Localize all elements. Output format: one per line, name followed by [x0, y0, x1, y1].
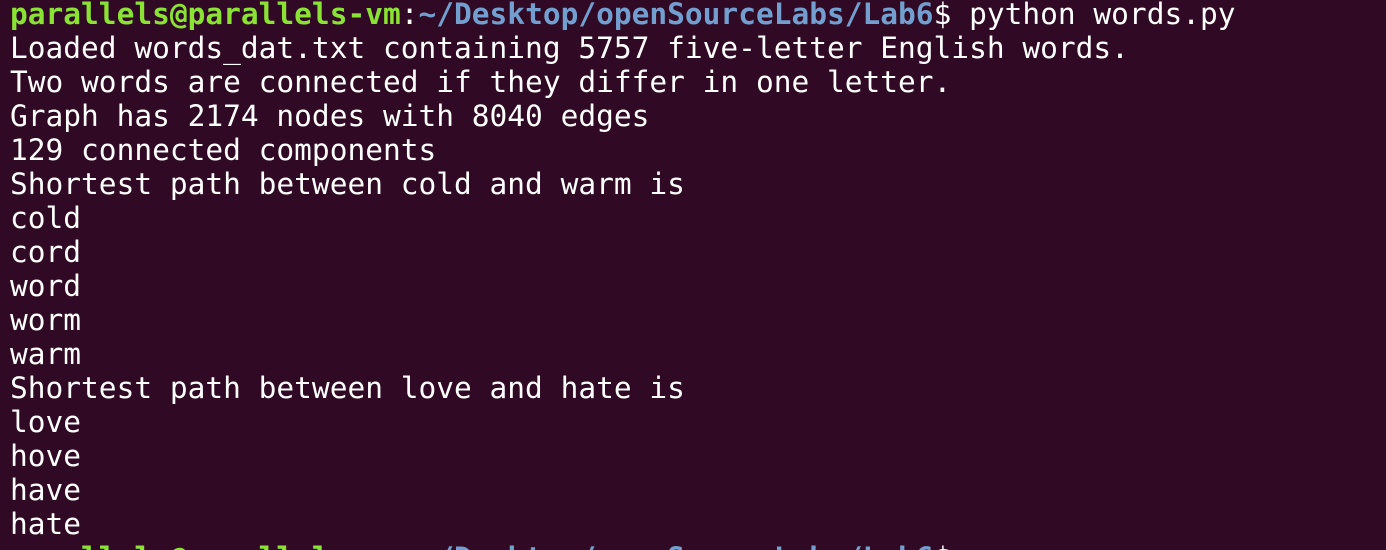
command-text: python words.py	[951, 0, 1236, 31]
prompt-cwd: ~/Desktop/openSourceLabs/Lab6	[419, 541, 934, 550]
output-line: love	[10, 405, 82, 439]
output-line: hove	[10, 439, 82, 473]
prompt-user-host: parallels@parallels-vm	[10, 541, 401, 550]
prompt-symbol: $	[933, 0, 952, 31]
output-line: cord	[10, 235, 82, 269]
output-line: warm	[10, 337, 82, 371]
prompt-separator: :	[401, 541, 419, 550]
prompt-symbol: $	[934, 541, 952, 550]
output-line: hate	[10, 507, 82, 541]
output-line: 129 connected components	[10, 133, 437, 167]
terminal-window[interactable]: parallels@parallels-vm:~/Desktop/openSou…	[0, 0, 1386, 550]
next-prompt-line: parallels@parallels-vm:~/Desktop/openSou…	[10, 541, 1386, 550]
output-line: cold	[10, 201, 82, 235]
output-line: Shortest path between love and hate is	[10, 371, 685, 405]
prompt-separator: :	[400, 0, 419, 31]
output-line: Loaded words_dat.txt containing 5757 fiv…	[10, 31, 1129, 65]
output-line: worm	[10, 303, 82, 337]
output-line: have	[10, 473, 82, 507]
output-line: word	[10, 269, 82, 303]
prompt-user-host: parallels@parallels-vm	[10, 0, 401, 31]
prompt-cwd: ~/Desktop/openSourceLabs/Lab6	[418, 0, 934, 31]
output-line: Shortest path between cold and warm is	[10, 167, 685, 201]
output-line: Graph has 2174 nodes with 8040 edges	[10, 99, 650, 133]
command-prompt-line: parallels@parallels-vm:~/Desktop/openSou…	[10, 0, 1386, 31]
output-line: Two words are connected if they differ i…	[10, 65, 952, 99]
